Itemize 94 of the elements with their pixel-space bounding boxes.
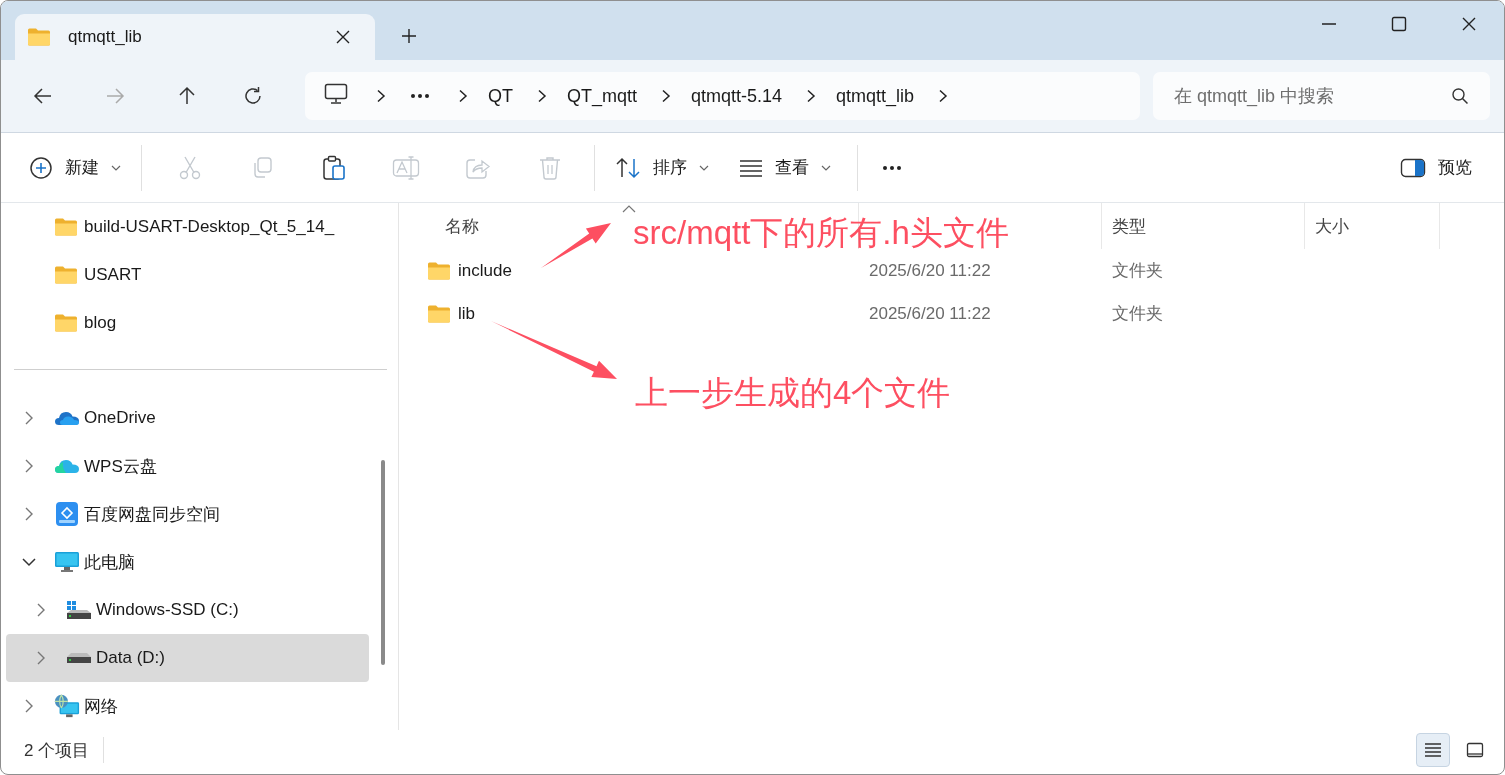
chevron-icon [458, 89, 468, 103]
trash-icon [539, 155, 561, 180]
sidebar-item-label: USART [84, 265, 142, 285]
drive-icon [66, 600, 92, 620]
minimize-icon [1321, 23, 1337, 25]
annotation-arrow [541, 223, 611, 268]
search-icon [1451, 87, 1469, 105]
sidebar-item-label: blog [84, 313, 117, 333]
folder-icon [427, 260, 451, 281]
folder-icon [27, 27, 51, 47]
caret-icon [111, 164, 121, 171]
address-bar[interactable]: QT QT_mqtt qtmqtt-5.14 qtmqtt_lib [305, 72, 1140, 120]
refresh-icon [242, 85, 264, 107]
breadcrumb-link[interactable]: QT [488, 81, 513, 111]
sidebar-item-label: build-USART-Desktop_Qt_5_14_ [84, 217, 335, 237]
close-icon [335, 29, 351, 45]
chevron-icon [938, 89, 949, 103]
sidebar-item-label: Data (D:) [96, 648, 165, 668]
chevron-right-icon [24, 699, 34, 713]
annotation-text: 上一步生成的4个文件 [635, 376, 951, 409]
annotation-text: src/mqtt下的所有.h头文件 [633, 216, 1009, 249]
sidebar-item[interactable]: 百度网盘同步空间 [6, 490, 369, 538]
chevron-right-icon [36, 651, 46, 665]
maximize-icon [1391, 16, 1407, 32]
caret-icon [699, 164, 709, 171]
folder-icon [54, 313, 78, 333]
search-field[interactable]: 在 qtmqtt_lib 中搜索 [1153, 72, 1490, 120]
breadcrumb-link[interactable]: qtmqtt-5.14 [691, 81, 783, 111]
item-count: 2 个项目 [24, 739, 90, 762]
more-icon [882, 164, 902, 171]
chevron-right-icon [24, 459, 34, 473]
sort-icon [615, 156, 641, 179]
plus-circle-icon [29, 155, 53, 180]
more-icon [410, 93, 430, 99]
details-view-icon [1424, 742, 1442, 758]
sidebar-item[interactable]: build-USART-Desktop_Qt_5_14_ [6, 203, 369, 251]
sidebar-item[interactable]: blog [6, 299, 369, 347]
scissors-icon [178, 155, 202, 180]
computer-icon [324, 82, 348, 105]
chevron-icon [376, 89, 386, 103]
modified-date: 2025/6/20 11:22 [868, 303, 992, 324]
tab-title: qtmqtt_lib [68, 27, 143, 47]
tiles-view-icon [1466, 742, 1484, 758]
folder-icon [427, 303, 451, 324]
chevron-icon [537, 89, 547, 103]
sort-caret-icon [621, 205, 636, 213]
clipboard-icon [322, 154, 346, 181]
column-header[interactable]: 名称 [445, 214, 479, 238]
modified-date: 2025/6/20 11:22 [868, 260, 992, 281]
file-name[interactable]: lib [458, 303, 475, 324]
sidebar-item-label: OneDrive [84, 408, 156, 428]
column-header[interactable]: 类型 [1112, 214, 1146, 238]
folder-icon [54, 265, 78, 285]
caret-icon [821, 164, 831, 171]
list-view-icon [739, 158, 763, 177]
plus-icon [401, 28, 417, 44]
tab[interactable]: qtmqtt_lib [15, 14, 375, 60]
sidebar-item-label: Windows-SSD (C:) [96, 600, 239, 620]
folder-icon [54, 217, 78, 237]
close-icon [1461, 16, 1477, 32]
file-type: 文件夹 [1111, 303, 1164, 325]
rename-icon [392, 154, 420, 181]
breadcrumb-link[interactable]: qtmqtt_lib [836, 81, 915, 111]
chevron-right-icon [24, 507, 34, 521]
drive-icon [66, 651, 92, 665]
sidebar-item[interactable]: OneDrive [6, 394, 369, 442]
sidebar-item-label: WPS云盘 [84, 455, 157, 478]
view-button[interactable]: 查看 [729, 147, 841, 188]
preview-pane-icon [1400, 157, 1426, 178]
chevron-right-icon [24, 411, 34, 425]
file-type: 文件夹 [1111, 260, 1164, 282]
sidebar-item[interactable]: 此电脑 [6, 538, 369, 586]
scrollbar[interactable] [381, 460, 385, 665]
column-header[interactable]: 大小 [1315, 214, 1349, 238]
chevron-down-icon [22, 557, 36, 567]
sidebar-item-label: 网络 [84, 695, 118, 718]
chevron-right-icon [36, 603, 46, 617]
sidebar-item-label: 此电脑 [84, 551, 135, 574]
preview-button[interactable]: 预览 [1390, 147, 1482, 188]
sidebar-item-label: 百度网盘同步空间 [84, 503, 220, 526]
network-icon [54, 693, 80, 719]
sidebar-item[interactable]: 网络 [6, 682, 369, 730]
details-view-button[interactable] [1416, 733, 1450, 767]
sidebar-item[interactable]: Data (D:) [6, 634, 369, 682]
sidebar-item[interactable]: USART [6, 251, 369, 299]
new-button[interactable]: 新建 [19, 147, 131, 188]
file-name[interactable]: include [458, 260, 512, 281]
chevron-icon [661, 89, 671, 103]
chevron-icon [806, 89, 817, 103]
sidebar-item[interactable]: WPS云盘 [6, 442, 369, 490]
breadcrumb-link[interactable]: QT_mqtt [567, 81, 637, 111]
computer-icon [54, 551, 80, 573]
sort-button[interactable]: 排序 [605, 147, 719, 188]
sidebar-item[interactable]: Windows-SSD (C:) [6, 586, 369, 634]
